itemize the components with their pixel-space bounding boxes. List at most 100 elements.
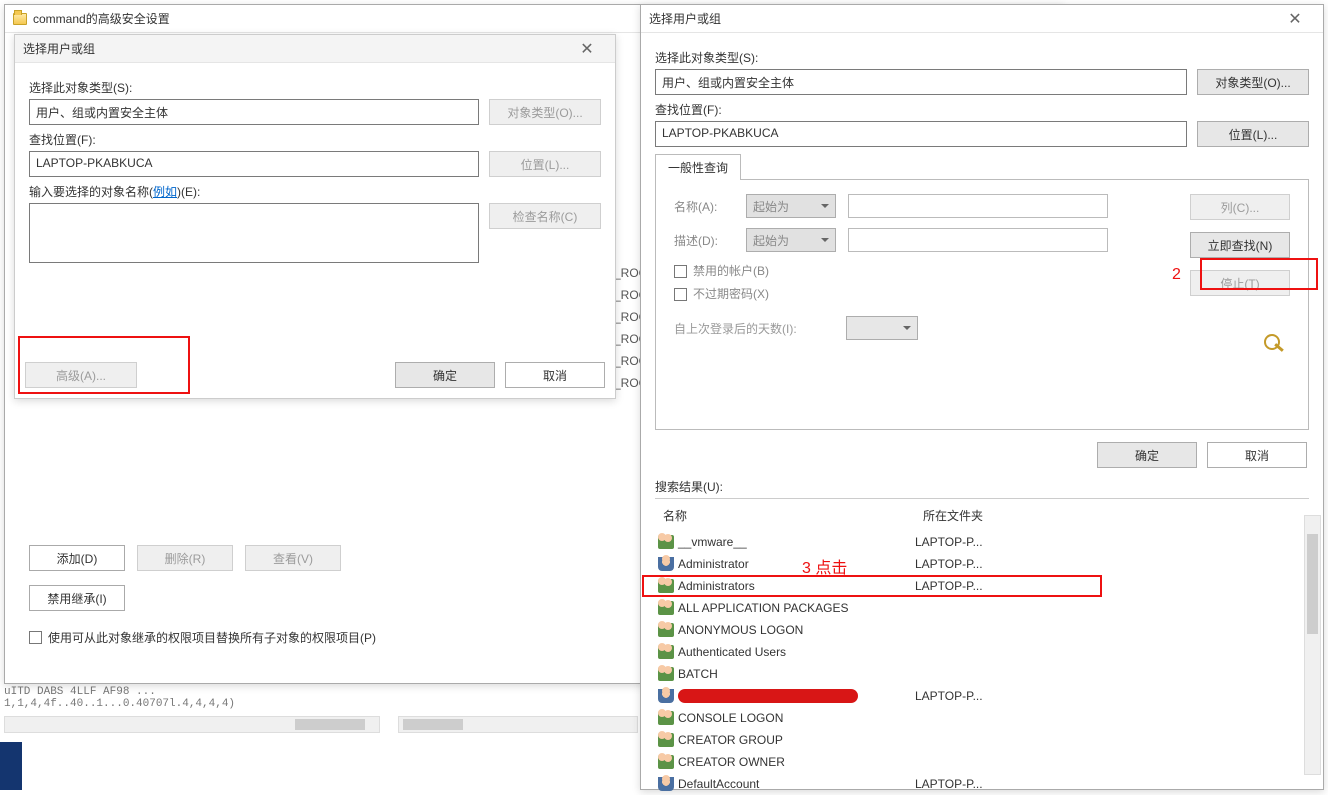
replace-permissions-checkbox[interactable]: 使用可从此对象继承的权限项目替换所有子对象的权限项目(P): [29, 629, 376, 646]
redacted-name: [678, 689, 858, 703]
stop-button: 停止(T): [1190, 270, 1290, 296]
result-row[interactable]: CONSOLE LOGON: [655, 707, 1309, 729]
days-since-label: 自上次登录后的天数(I):: [674, 320, 834, 337]
days-select[interactable]: [846, 316, 918, 340]
dialog2-window: 选择用户或组 ✕ 选择此对象类型(S): 用户、组或内置安全主体 对象类型(O)…: [640, 4, 1324, 790]
desc-filter-label: 描述(D):: [674, 232, 734, 249]
result-folder: LAPTOP-P...: [915, 579, 1309, 593]
object-types-button[interactable]: 对象类型(O)...: [489, 99, 601, 125]
name-filter-input[interactable]: [848, 194, 1108, 218]
location-label-2: 查找位置(F):: [655, 101, 1309, 118]
result-row[interactable]: CREATOR OWNER: [655, 751, 1309, 773]
enter-names-pre: 输入要选择的对象名称(: [29, 185, 153, 199]
result-row[interactable]: ANONYMOUS LOGON: [655, 619, 1309, 641]
dialog1-window: 选择用户或组 ✕ 选择此对象类型(S): 用户、组或内置安全主体 对象类型(O)…: [14, 34, 616, 399]
enter-names-label: 输入要选择的对象名称(例如)(E):: [29, 183, 601, 200]
group-icon: [658, 755, 674, 769]
result-name: CONSOLE LOGON: [678, 711, 783, 725]
location-field-2[interactable]: LAPTOP-PKABKUCA: [655, 121, 1187, 147]
desc-filter-select[interactable]: 起始为: [746, 228, 836, 252]
result-name: Administrator: [678, 557, 749, 571]
result-row[interactable]: __vmware__ LAPTOP-P...: [655, 531, 1309, 553]
bg-stripe: [0, 742, 22, 790]
group-icon: [658, 645, 674, 659]
object-names-textarea[interactable]: [29, 203, 479, 263]
results-header[interactable]: 名称 所在文件夹: [655, 499, 1309, 531]
object-type-field[interactable]: 用户、组或内置安全主体: [29, 99, 479, 125]
result-folder: LAPTOP-P...: [915, 535, 1309, 549]
dialog2-titlebar: 选择用户或组 ✕: [641, 5, 1323, 33]
add-button[interactable]: 添加(D): [29, 545, 125, 571]
annotation-2-label: 2: [1172, 266, 1181, 284]
user-icon: [658, 689, 674, 703]
checkbox-icon: [29, 631, 42, 644]
user-icon: [658, 557, 674, 571]
result-row[interactable]: Administrator LAPTOP-P...: [655, 553, 1309, 575]
results-listview[interactable]: 名称 所在文件夹 __vmware__LAPTOP-P...Administra…: [655, 498, 1309, 795]
result-name: BATCH: [678, 667, 718, 681]
disabled-accounts-check[interactable]: 禁用的帐户(B): [674, 262, 1141, 279]
query-tabs: 一般性查询: [655, 153, 1309, 180]
result-row[interactable]: ALL APPLICATION PACKAGES: [655, 597, 1309, 619]
result-name: DefaultAccount: [678, 777, 759, 791]
group-icon: [658, 667, 674, 681]
query-tab-body: 名称(A): 起始为 描述(D): 起始为 禁用的帐户(B) 不过期密码(X) …: [655, 180, 1309, 430]
scrollbar-horizontal[interactable]: [4, 716, 380, 733]
close-icon[interactable]: ✕: [1275, 5, 1315, 33]
remove-button: 删除(R): [137, 545, 233, 571]
result-row[interactable]: LAPTOP-P...: [655, 685, 1309, 707]
tab-general-query[interactable]: 一般性查询: [655, 154, 741, 180]
example-link[interactable]: 例如: [153, 185, 177, 199]
scrollbar-vertical[interactable]: [1304, 515, 1321, 775]
background-code-area: uITD DABS 4LLF AF98 ... 1,1,4,4f..40..1.…: [0, 686, 380, 710]
columns-button[interactable]: 列(C)...: [1190, 194, 1290, 220]
dialog2-title: 选择用户或组: [649, 10, 1275, 27]
result-row[interactable]: Authenticated Users: [655, 641, 1309, 663]
object-types-button-2[interactable]: 对象类型(O)...: [1197, 69, 1309, 95]
group-icon: [658, 623, 674, 637]
result-folder: LAPTOP-P...: [915, 777, 1309, 791]
check-names-button[interactable]: 检查名称(C): [489, 203, 601, 229]
cancel-button[interactable]: 取消: [505, 362, 605, 388]
folder-icon: [13, 13, 27, 25]
group-icon: [658, 711, 674, 725]
result-name: CREATOR GROUP: [678, 733, 783, 747]
ok-button-2[interactable]: 确定: [1097, 442, 1197, 468]
name-filter-select[interactable]: 起始为: [746, 194, 836, 218]
location-field[interactable]: LAPTOP-PKABKUCA: [29, 151, 479, 177]
locations-button-2[interactable]: 位置(L)...: [1197, 121, 1309, 147]
result-folder: LAPTOP-P...: [915, 557, 1309, 571]
scrollbar-horizontal-2[interactable]: [398, 716, 638, 733]
result-row[interactable]: CREATOR GROUP: [655, 729, 1309, 751]
advanced-button[interactable]: 高级(A)...: [25, 362, 137, 388]
col-folder-header[interactable]: 所在文件夹: [915, 503, 1309, 528]
disable-inherit-button[interactable]: 禁用继承(I): [29, 585, 125, 611]
find-now-button[interactable]: 立即查找(N): [1190, 232, 1290, 258]
result-row[interactable]: BATCH: [655, 663, 1309, 685]
group-icon: [658, 579, 674, 593]
group-icon: [658, 535, 674, 549]
locations-button[interactable]: 位置(L)...: [489, 151, 601, 177]
annotation-3-label: 3 点击: [802, 554, 847, 578]
desc-filter-input[interactable]: [848, 228, 1108, 252]
close-icon[interactable]: ✕: [567, 35, 607, 63]
result-name: Authenticated Users: [678, 645, 786, 659]
search-icon: [1260, 334, 1290, 354]
noexpire-check[interactable]: 不过期密码(X): [674, 285, 1141, 302]
result-name: CREATOR OWNER: [678, 755, 785, 769]
dialog2-content: 选择此对象类型(S): 用户、组或内置安全主体 对象类型(O)... 查找位置(…: [641, 33, 1323, 795]
col-name-header[interactable]: 名称: [655, 503, 915, 528]
results-label: 搜索结果(U):: [655, 478, 1309, 495]
object-type-label: 选择此对象类型(S):: [29, 79, 601, 96]
object-type-field-2[interactable]: 用户、组或内置安全主体: [655, 69, 1187, 95]
result-name: ANONYMOUS LOGON: [678, 623, 803, 637]
replace-chk-label: 使用可从此对象继承的权限项目替换所有子对象的权限项目(P): [48, 629, 376, 646]
result-row[interactable]: AdministratorsLAPTOP-P...: [655, 575, 1309, 597]
name-filter-label: 名称(A):: [674, 198, 734, 215]
enter-names-post: )(E):: [177, 185, 200, 199]
result-folder: LAPTOP-P...: [915, 689, 1309, 703]
ok-button[interactable]: 确定: [395, 362, 495, 388]
cancel-button-2[interactable]: 取消: [1207, 442, 1307, 468]
group-icon: [658, 601, 674, 615]
result-name: __vmware__: [678, 535, 747, 549]
